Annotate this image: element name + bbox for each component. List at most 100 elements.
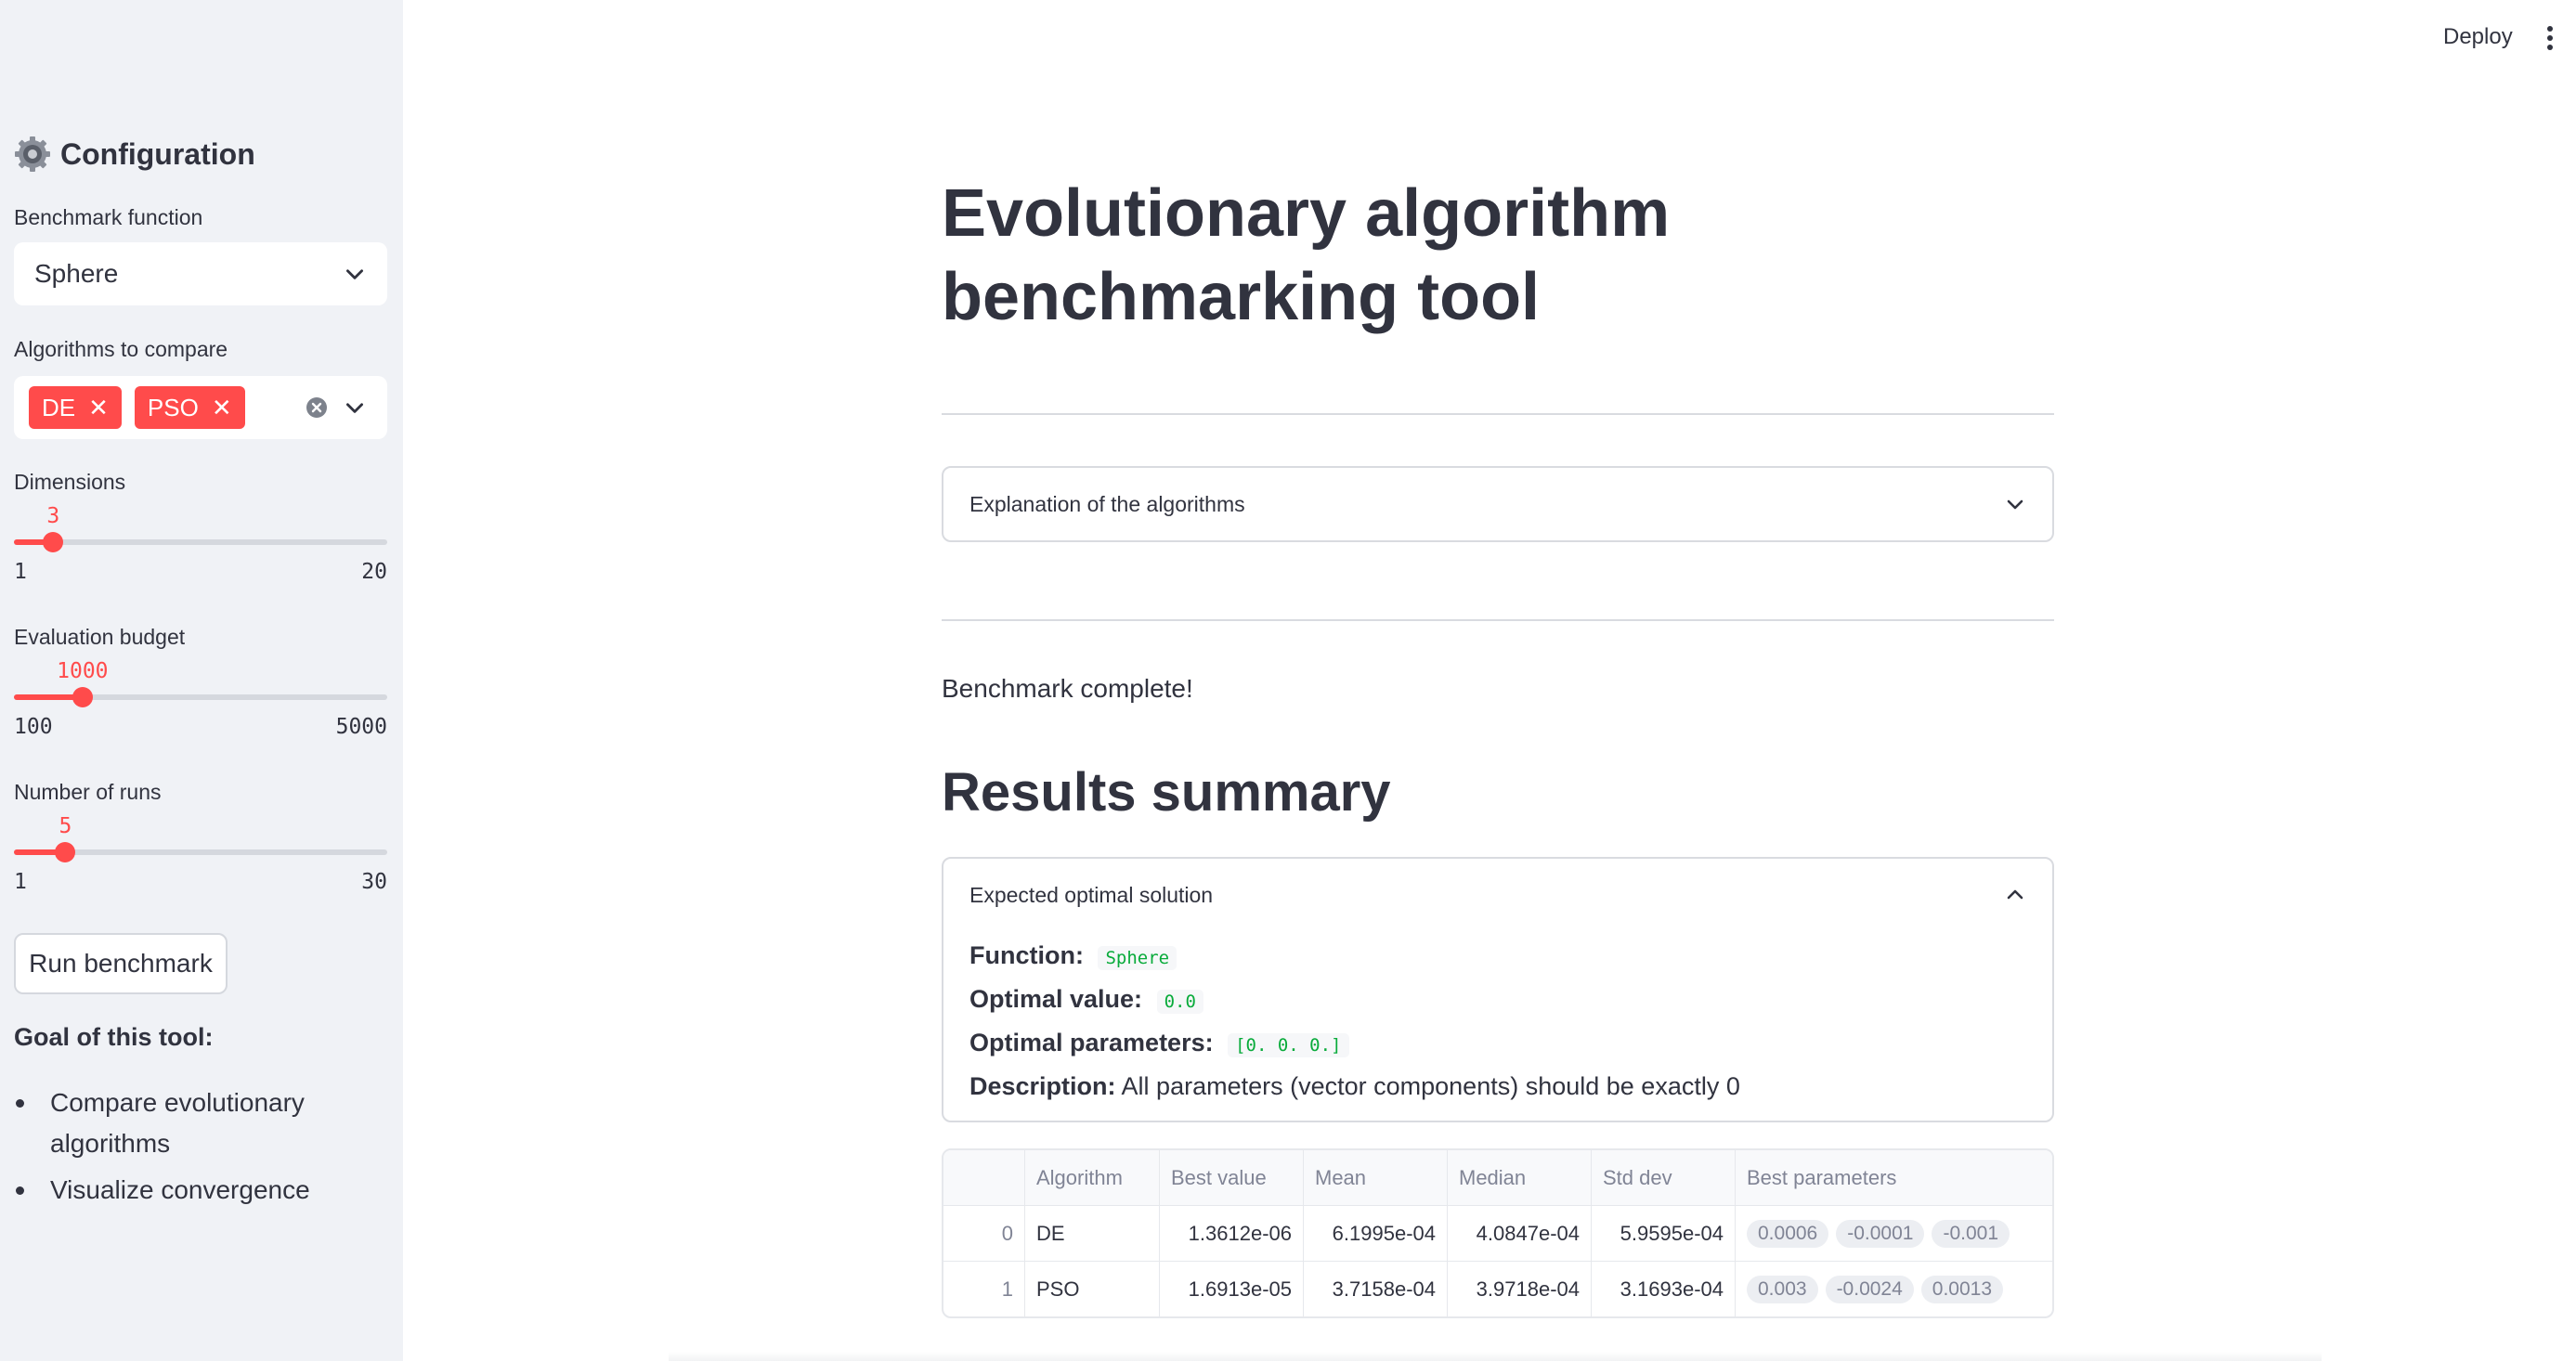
benchmark-function-value: Sphere [34, 259, 119, 288]
optimal-value-label: Optimal value: [969, 985, 1143, 1013]
chevron-down-icon[interactable] [343, 395, 367, 420]
sidebar-title: Configuration [60, 136, 255, 171]
slider-track [14, 539, 387, 545]
explanation-expander[interactable]: Explanation of the algorithms [942, 466, 2054, 542]
goal-list: Compare evolutionary algorithms Visualiz… [14, 1082, 387, 1216]
benchmark-function-select[interactable]: Sphere [14, 242, 387, 305]
list-item: Visualize convergence [14, 1170, 387, 1211]
row-index: 1 [943, 1262, 1025, 1316]
cell-mean[interactable]: 3.7158e-04 [1304, 1262, 1448, 1316]
algorithms-label: Algorithms to compare [14, 337, 228, 361]
divider [942, 619, 2054, 621]
parameter-pill: 0.0006 [1747, 1219, 1829, 1248]
parameter-pill: 0.0013 [1920, 1275, 2004, 1303]
goal-title: Goal of this tool: [14, 1023, 214, 1051]
run-benchmark-button[interactable]: Run benchmark [14, 933, 228, 994]
description-label: Description: [969, 1072, 1116, 1100]
optimal-value: 0.0 [1156, 990, 1203, 1014]
algorithms-multiselect[interactable]: DE ✕ PSO ✕ [14, 376, 387, 439]
slider-max: 5000 [335, 715, 387, 739]
slider-min: 100 [14, 715, 53, 739]
dimensions-label: Dimensions [14, 470, 126, 494]
remove-tag-icon[interactable]: ✕ [212, 394, 232, 422]
cell-median[interactable]: 3.9718e-04 [1448, 1262, 1592, 1316]
expander-title: Expected optimal solution [969, 882, 1214, 907]
slider-thumb[interactable] [43, 532, 64, 552]
table-row: 0 DE 1.3612e-06 6.1995e-04 4.0847e-04 5.… [943, 1206, 2052, 1262]
benchmark-function-label: Benchmark function [14, 205, 203, 229]
table-row: 1 PSO 1.6913e-05 3.7158e-04 3.9718e-04 3… [943, 1262, 2052, 1316]
column-header[interactable]: Std dev [1592, 1150, 1736, 1205]
algorithm-tag-label: DE [42, 393, 76, 421]
cell-median[interactable]: 4.0847e-04 [1448, 1206, 1592, 1261]
chevron-up-icon [2007, 889, 2023, 900]
function-row: Function: Sphere [969, 935, 2026, 979]
slider-thumb[interactable] [72, 687, 93, 707]
column-header[interactable] [943, 1150, 1025, 1205]
table-header-row: Algorithm Best value Mean Median Std dev… [943, 1150, 2052, 1206]
slider-value: 1000 [57, 659, 109, 683]
algorithm-tag-pso: PSO ✕ [134, 386, 245, 429]
cell-std-dev[interactable]: 5.9595e-04 [1592, 1206, 1736, 1261]
gear-icon [15, 136, 50, 172]
parameter-pill: -0.001 [1932, 1219, 2010, 1248]
number-of-runs-label: Number of runs [14, 780, 162, 804]
column-header[interactable]: Algorithm [1025, 1150, 1160, 1205]
column-header[interactable]: Median [1448, 1150, 1592, 1205]
optimal-params-value: [0. 0. 0.] [1228, 1033, 1349, 1057]
function-value: Sphere [1098, 946, 1177, 970]
optimal-params-row: Optimal parameters: [0. 0. 0.] [969, 1022, 2026, 1066]
expander-title: Explanation of the algorithms [969, 491, 1245, 516]
parameter-pill: -0.0001 [1836, 1219, 1925, 1248]
function-label: Function: [969, 941, 1084, 969]
number-of-runs-slider[interactable]: 5 1 30 [14, 814, 387, 894]
parameter-pill: -0.0024 [1825, 1275, 1914, 1303]
column-header[interactable]: Best parameters [1736, 1150, 2052, 1205]
chevron-down-icon [2007, 499, 2023, 510]
page-title: Evolutionary algorithm benchmarking tool [942, 176, 1671, 334]
cell-algorithm[interactable]: PSO [1025, 1262, 1160, 1316]
more-menu-icon[interactable] [2544, 24, 2556, 52]
description-row: Description: All parameters (vector comp… [969, 1066, 2026, 1107]
cell-std-dev[interactable]: 3.1693e-04 [1592, 1262, 1736, 1316]
deploy-button[interactable]: Deploy [2443, 24, 2513, 50]
sidebar: Configuration Benchmark function Sphere … [0, 0, 403, 1361]
optimal-params-label: Optimal parameters: [969, 1029, 1214, 1056]
slider-min: 1 [14, 870, 27, 894]
cell-best-value[interactable]: 1.3612e-06 [1160, 1206, 1304, 1261]
algorithm-tag-de: DE ✕ [29, 386, 122, 429]
cell-mean[interactable]: 6.1995e-04 [1304, 1206, 1448, 1261]
algorithm-tag-label: PSO [147, 393, 199, 421]
row-index: 0 [943, 1206, 1025, 1261]
evaluation-budget-label: Evaluation budget [14, 625, 186, 649]
status-message: Benchmark complete! [942, 674, 1193, 703]
slider-thumb[interactable] [55, 842, 76, 862]
sidebar-header: Configuration [14, 134, 255, 175]
clear-all-icon[interactable] [306, 396, 328, 419]
divider [942, 413, 2054, 415]
parameter-pill: 0.003 [1747, 1275, 1818, 1303]
remove-tag-icon[interactable]: ✕ [88, 394, 109, 422]
cell-best-value[interactable]: 1.6913e-05 [1160, 1262, 1304, 1316]
dimensions-slider[interactable]: 3 1 20 [14, 504, 387, 584]
column-header[interactable]: Mean [1304, 1150, 1448, 1205]
slider-max: 30 [361, 870, 387, 894]
optimal-solution-expander: Expected optimal solution Function: Sphe… [942, 857, 2054, 1122]
slider-value: 5 [59, 814, 72, 838]
list-item: Compare evolutionary algorithms [14, 1082, 387, 1164]
slider-value: 3 [46, 504, 60, 528]
cell-best-parameters[interactable]: 0.003 -0.0024 0.0013 [1736, 1262, 2052, 1316]
scroll-shadow [669, 1352, 2322, 1361]
slider-min: 1 [14, 560, 27, 584]
evaluation-budget-slider[interactable]: 1000 100 5000 [14, 659, 387, 739]
chevron-down-icon [346, 269, 363, 279]
cell-best-parameters[interactable]: 0.0006 -0.0001 -0.001 [1736, 1206, 2052, 1261]
column-header[interactable]: Best value [1160, 1150, 1304, 1205]
slider-max: 20 [361, 560, 387, 584]
results-table[interactable]: Algorithm Best value Mean Median Std dev… [942, 1148, 2054, 1318]
description-text: All parameters (vector components) shoul… [1121, 1072, 1740, 1100]
results-title: Results summary [942, 762, 1391, 823]
optimal-value-row: Optimal value: 0.0 [969, 979, 2026, 1022]
expander-header[interactable]: Expected optimal solution [943, 859, 2052, 931]
cell-algorithm[interactable]: DE [1025, 1206, 1160, 1261]
